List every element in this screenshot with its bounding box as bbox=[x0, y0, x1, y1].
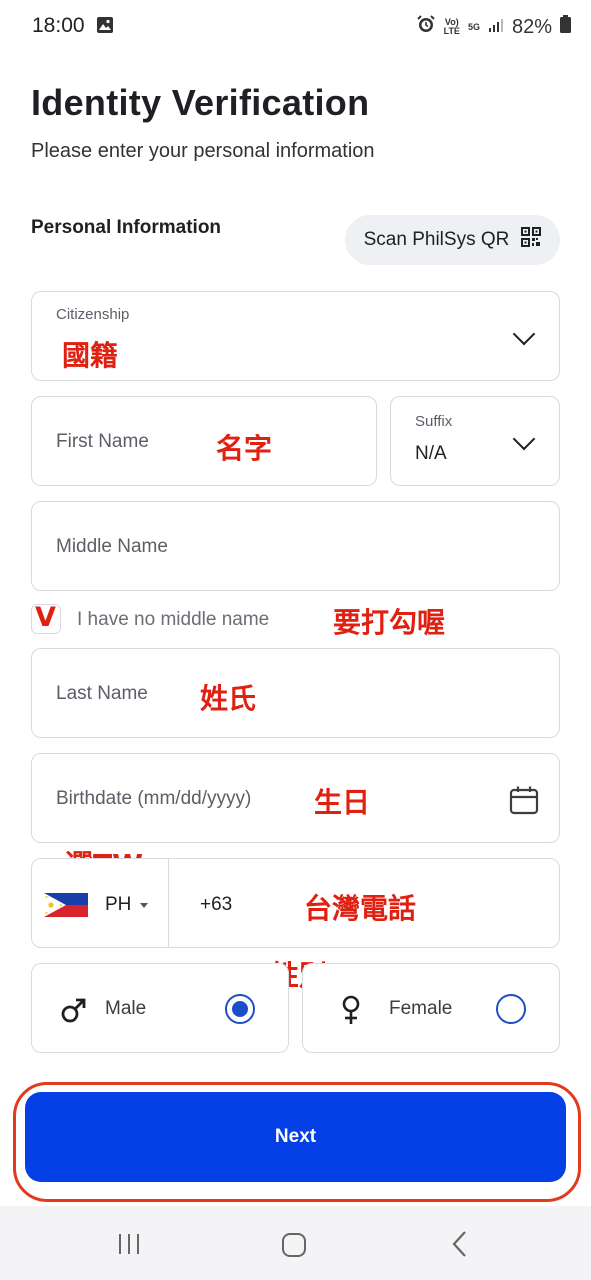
gender-male-option[interactable]: Male bbox=[31, 963, 289, 1053]
last-name-annotation: 姓氏 bbox=[200, 682, 257, 715]
home-icon[interactable] bbox=[281, 1232, 307, 1263]
philippines-flag-icon bbox=[44, 893, 88, 922]
next-button[interactable]: Next bbox=[25, 1092, 566, 1182]
female-radio[interactable] bbox=[496, 994, 526, 1024]
alarm-icon bbox=[416, 14, 436, 40]
citizenship-select[interactable]: Citizenship 國籍 bbox=[31, 291, 560, 381]
first-name-annotation: 名字 bbox=[216, 432, 273, 465]
phone-prefix: +63 bbox=[200, 894, 233, 915]
country-code-select[interactable]: PH bbox=[32, 859, 169, 947]
phone-number-input[interactable]: +63 台灣電話 bbox=[168, 859, 560, 947]
birthdate-placeholder: Birthdate (mm/dd/yyyy) bbox=[56, 788, 252, 809]
radio-selected-dot bbox=[232, 1001, 248, 1017]
image-icon bbox=[96, 16, 114, 40]
scan-button-label: Scan PhilSys QR bbox=[363, 229, 510, 250]
battery-percent: 82% bbox=[511, 15, 552, 38]
system-nav-bar bbox=[0, 1206, 591, 1280]
male-label: Male bbox=[105, 998, 147, 1019]
middle-name-input[interactable]: Middle Name bbox=[31, 501, 560, 591]
female-icon bbox=[339, 994, 363, 1031]
page-title: Identity Verification bbox=[31, 82, 370, 123]
chevron-down-icon bbox=[512, 427, 536, 451]
middle-name-placeholder: Middle Name bbox=[56, 536, 168, 557]
phone-annotation: 台灣電話 bbox=[304, 892, 417, 925]
chevron-down-icon bbox=[512, 322, 536, 346]
male-radio[interactable] bbox=[225, 994, 255, 1024]
gender-female-option[interactable]: Female bbox=[302, 963, 560, 1053]
first-name-placeholder: First Name bbox=[56, 431, 149, 452]
page-subtitle: Please enter your personal information bbox=[31, 140, 375, 162]
no-middle-name-checkbox[interactable]: V bbox=[31, 602, 61, 634]
no-middle-name-annotation: 要打勾喔 bbox=[333, 606, 446, 639]
last-name-placeholder: Last Name bbox=[56, 683, 148, 704]
calendar-icon[interactable] bbox=[508, 784, 540, 821]
status-icons: Vo) LTE 5G 82% bbox=[416, 14, 571, 40]
signal-icon bbox=[488, 16, 504, 39]
phone-field: PH +63 台灣電話 bbox=[31, 858, 560, 948]
male-icon bbox=[60, 996, 88, 1029]
last-name-input[interactable]: Last Name 姓氏 bbox=[31, 648, 560, 738]
female-label: Female bbox=[389, 998, 453, 1019]
country-code-value: PH bbox=[105, 894, 132, 915]
suffix-label: Suffix bbox=[415, 413, 453, 430]
birthdate-annotation: 生日 bbox=[314, 786, 371, 819]
back-icon[interactable] bbox=[450, 1230, 470, 1263]
suffix-select[interactable]: Suffix N/A bbox=[390, 396, 560, 486]
status-time: 18:00 bbox=[32, 14, 114, 40]
citizenship-label: Citizenship bbox=[56, 306, 130, 323]
checkbox-check-annotation: V bbox=[35, 602, 56, 633]
citizenship-annotation: 國籍 bbox=[62, 339, 119, 372]
first-name-input[interactable]: First Name 名字 bbox=[31, 396, 377, 486]
network-5g: 5G bbox=[467, 21, 480, 32]
suffix-value: N/A bbox=[415, 443, 447, 464]
caret-down-icon bbox=[140, 903, 148, 908]
birthdate-input[interactable]: Birthdate (mm/dd/yyyy) 生日 bbox=[31, 753, 560, 843]
no-middle-name-label: I have no middle name bbox=[77, 609, 270, 630]
recent-apps-icon[interactable] bbox=[117, 1232, 141, 1261]
network-lte: Vo) LTE bbox=[443, 17, 460, 36]
qr-code-icon bbox=[521, 227, 542, 253]
scan-philsys-qr-button[interactable]: Scan PhilSys QR bbox=[345, 215, 560, 265]
section-label: Personal Information bbox=[31, 217, 222, 238]
battery-icon bbox=[560, 15, 571, 39]
